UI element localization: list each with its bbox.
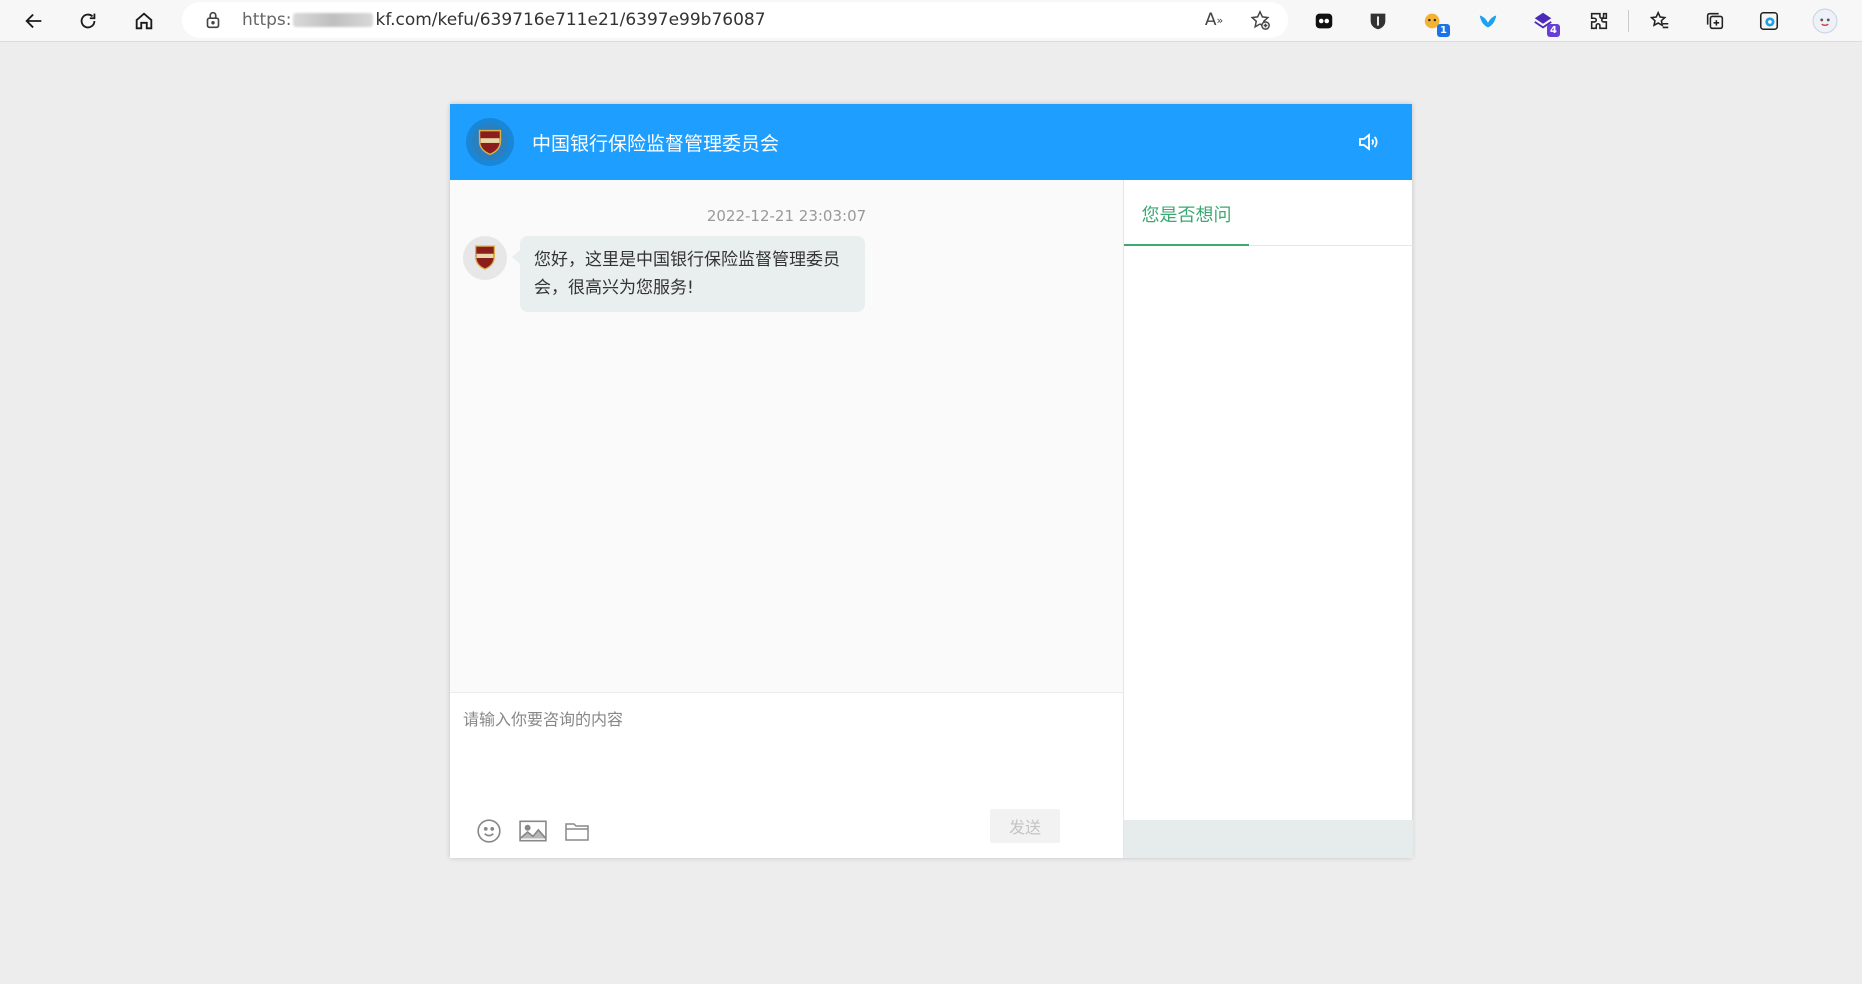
- chat-header: 中国银行保险监督管理委员会: [450, 104, 1412, 180]
- url-scheme: https:: [242, 10, 292, 30]
- ext-purple-badge: 4: [1547, 24, 1560, 37]
- read-aloud-icon[interactable]: A»: [1202, 9, 1226, 31]
- cbirc-logo-icon: [471, 123, 509, 161]
- edge-bar-icon[interactable]: [1754, 6, 1784, 36]
- ext-shield-icon[interactable]: [1363, 6, 1393, 36]
- browser-toolbar: https: kf.com/kefu/639716e711e21/6397e99b…: [0, 0, 1862, 42]
- lock-icon[interactable]: [202, 9, 224, 31]
- add-favorite-icon[interactable]: [1248, 9, 1272, 31]
- ext-cat-badge: 1: [1437, 24, 1450, 37]
- toolbar-separator: [1628, 10, 1629, 32]
- home-icon[interactable]: [128, 5, 160, 37]
- suggestion-tabs: 您是否想问: [1124, 180, 1413, 246]
- message-area[interactable]: 2022-12-21 23:03:07 您好，这里是中国银行保险监督管理委员会，…: [450, 180, 1123, 692]
- sound-toggle-icon[interactable]: [1356, 130, 1380, 154]
- message-timestamp: 2022-12-21 23:03:07: [706, 207, 867, 225]
- file-upload-icon[interactable]: [562, 817, 592, 845]
- refresh-icon[interactable]: [72, 5, 104, 37]
- send-button[interactable]: 发送: [990, 809, 1060, 843]
- agent-avatar: [463, 236, 507, 280]
- ext-mask-icon[interactable]: [1309, 6, 1339, 36]
- tab-suggested-questions[interactable]: 您是否想问: [1124, 180, 1249, 246]
- input-area[interactable]: 请输入你要咨询的内容 发送: [450, 692, 1123, 858]
- favorites-icon[interactable]: [1645, 6, 1675, 36]
- back-icon[interactable]: [18, 5, 50, 37]
- url-path: kf.com/kefu/639716e711e21/6397e99b76087: [375, 10, 766, 30]
- suggestion-footer: [1124, 820, 1413, 858]
- image-upload-icon[interactable]: [518, 817, 548, 845]
- emoji-icon[interactable]: [474, 817, 504, 845]
- input-toolbar: [474, 817, 592, 845]
- collections-icon[interactable]: [1700, 6, 1730, 36]
- profile-avatar-icon[interactable]: [1810, 6, 1840, 36]
- extensions-puzzle-icon[interactable]: [1584, 6, 1614, 36]
- header-avatar: [466, 118, 514, 166]
- address-bar[interactable]: https: kf.com/kefu/639716e711e21/6397e99b…: [182, 2, 1288, 38]
- url-text[interactable]: https: kf.com/kefu/639716e711e21/6397e99b…: [242, 10, 766, 30]
- ext-bird-icon[interactable]: [1473, 6, 1503, 36]
- ext-cat-icon[interactable]: 1: [1418, 6, 1450, 37]
- suggestion-panel: 您是否想问: [1123, 180, 1413, 858]
- cbirc-logo-icon: [475, 245, 495, 270]
- chat-title: 中国银行保险监督管理委员会: [532, 133, 780, 155]
- ext-purple-icon[interactable]: 4: [1528, 6, 1560, 37]
- agent-message-bubble: 您好，这里是中国银行保险监督管理委员会，很高兴为您服务!: [512, 236, 865, 312]
- message-input-placeholder[interactable]: 请输入你要咨询的内容: [463, 706, 623, 730]
- url-redacted: [293, 13, 374, 27]
- chat-window: 中国银行保险监督管理委员会 2022-12-21 23:03:07 您好，这里是…: [450, 104, 1413, 858]
